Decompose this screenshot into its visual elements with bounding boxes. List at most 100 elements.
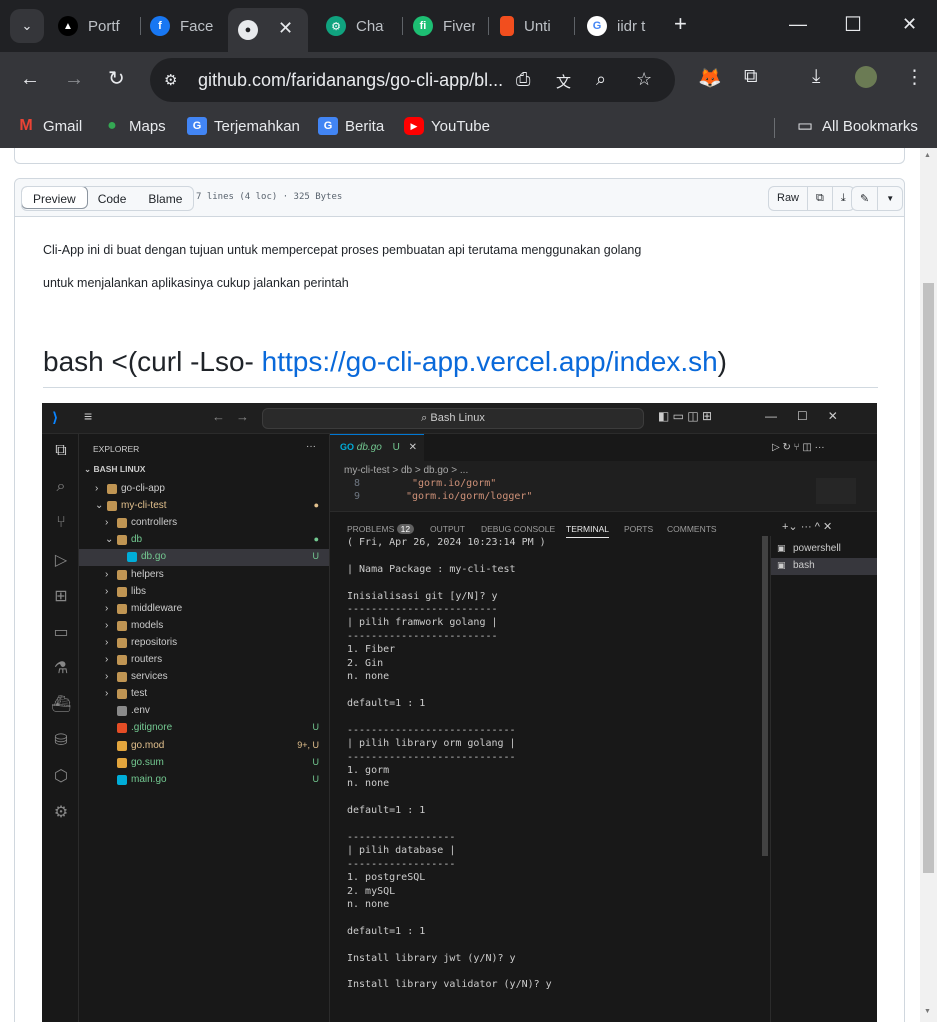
scroll-down-icon[interactable]: ▼	[924, 1008, 931, 1015]
tab-google[interactable]: G iidr t	[587, 8, 659, 44]
terminal-line: | Nama Package : my-cli-test	[347, 563, 516, 575]
more-icon: ···	[306, 441, 316, 452]
terminal-line: ----------------------------	[347, 724, 516, 736]
site-info-icon[interactable]: ⚙	[164, 71, 177, 89]
tree-item: › libs	[79, 584, 329, 601]
bookmark-label: All Bookmarks	[822, 117, 918, 135]
tab-title: Portf	[88, 17, 120, 35]
page-scrollbar[interactable]: ▲ ▼	[920, 148, 937, 1022]
tree-item: › models	[79, 618, 329, 635]
metamask-icon[interactable]: 🦊	[698, 66, 722, 90]
scrollbar-thumb[interactable]	[923, 283, 934, 873]
readme-heading: bash <(curl -Lso- https://go-cli-app.ver…	[43, 346, 727, 378]
editor-tab-db-go: GO db.go U ✕	[330, 434, 424, 461]
zoom-icon[interactable]: ⌕	[596, 69, 606, 90]
panel-tab-label: PROBLEMS	[347, 524, 395, 534]
install-script-link[interactable]: https://go-cli-app.vercel.app/index.sh	[262, 346, 718, 377]
forward-icon: →	[236, 409, 249, 424]
bookmarks-bar: M Gmail ● Maps G Terjemahkan G Berita ▶ …	[0, 108, 937, 148]
extensions-icon[interactable]: ⧉	[744, 66, 758, 88]
edit-button-group: ✎ ▼	[851, 186, 904, 211]
download-icon[interactable]: ⤓	[812, 66, 820, 88]
bookmark-maps[interactable]: ● Maps	[102, 117, 166, 135]
fiverr-icon: fi	[413, 16, 433, 36]
tab-code[interactable]: Code	[87, 187, 138, 210]
tab-preview[interactable]: Preview	[22, 187, 88, 209]
forward-icon[interactable]: →	[64, 68, 84, 90]
terminal-line: ( Fri, Apr 26, 2024 10:23:14 PM )	[347, 537, 546, 548]
bookmarks-divider	[774, 118, 775, 138]
copy-icon[interactable]: ⧉	[808, 187, 833, 210]
tree-item-label: main.go	[131, 773, 167, 785]
bookmark-gmail[interactable]: M Gmail	[16, 117, 82, 135]
bookmark-terjemahkan[interactable]: G Terjemahkan	[187, 117, 300, 135]
tree-item: go.mod 9+, U	[79, 738, 329, 755]
chevron-down-icon[interactable]: ▼	[878, 187, 902, 210]
menu-icon[interactable]: ⋮	[905, 66, 924, 89]
tab-blame[interactable]: Blame	[137, 187, 193, 210]
all-bookmarks[interactable]: ▭ All Bookmarks	[795, 116, 918, 135]
back-icon: ←	[212, 409, 225, 424]
maximize-icon[interactable]: ☐	[844, 12, 862, 37]
bookmark-star-icon[interactable]: ☆	[636, 69, 652, 90]
bookmark-berita[interactable]: G Berita	[318, 117, 384, 135]
file-header: Preview Code Blame 7 lines (4 loc) · 325…	[15, 179, 904, 217]
url-text[interactable]: github.com/faridanangs/go-cli-app/bl...	[198, 70, 503, 91]
git-file-icon	[117, 723, 127, 734]
address-bar[interactable]: ⚙ github.com/faridanangs/go-cli-app/bl..…	[150, 58, 675, 102]
terminal-line: 1. postgreSQL	[347, 872, 426, 884]
tab-chatgpt[interactable]: ⚙ Chat	[326, 8, 384, 44]
tab-github[interactable]: ● ✕	[228, 8, 308, 52]
terminal-line: n. none	[347, 898, 390, 910]
git-status-badge: 9+, U	[297, 739, 319, 750]
tab-search-button[interactable]: ⌄	[10, 9, 44, 43]
terminal-item-bash: ▣ bash	[771, 558, 877, 575]
terminal-line: ------------------	[347, 858, 456, 870]
browser-toolbar: ← → ↻ ⚙ github.com/faridanangs/go-cli-ap…	[0, 52, 937, 108]
tab-portfolio[interactable]: ▲ Portf	[58, 8, 140, 44]
terminal-line: n. none	[347, 671, 390, 683]
tree-item: ⌄ my-cli-test ●	[79, 498, 329, 515]
code-line: "gorm.io/gorm"	[412, 478, 497, 489]
editor-actions: ▷ ↻ ⑂ ◫ ···	[772, 442, 825, 453]
go-file-icon: GO	[340, 442, 355, 452]
folder-file-icon	[117, 603, 127, 614]
bookmark-label: Terjemahkan	[214, 117, 300, 135]
back-icon[interactable]: ←	[20, 68, 40, 90]
tree-item-label: go.mod	[131, 739, 165, 751]
git-status-badge: U	[312, 756, 320, 767]
cube-icon: ⬡	[54, 768, 68, 785]
file-viewer: Preview Code Blame 7 lines (4 loc) · 325…	[14, 178, 905, 1022]
chevron-right-icon: ›	[105, 568, 109, 580]
install-app-icon[interactable]: ⎙	[516, 69, 530, 90]
tab-fiverr[interactable]: fi Fiver	[413, 8, 475, 44]
tab-figma[interactable]: Unti	[500, 8, 560, 44]
tree-item-label: .gitignore	[131, 722, 173, 734]
raw-button[interactable]: Raw	[769, 187, 809, 210]
close-window-icon[interactable]: ✕	[902, 14, 917, 35]
tab-facebook[interactable]: f Face	[150, 8, 220, 44]
minimize-icon[interactable]: —	[789, 14, 807, 35]
bookmark-youtube[interactable]: ▶ YouTube	[404, 117, 490, 135]
translate-icon[interactable]: 文	[556, 71, 571, 92]
tree-item: › go-cli-app	[79, 481, 329, 498]
chevron-right-icon: ›	[105, 654, 109, 665]
readme-paragraph: Cli-App ini di buat dengan tujuan untuk …	[43, 243, 642, 257]
gmail-icon: M	[19, 117, 33, 134]
new-tab-icon[interactable]: +	[674, 11, 687, 37]
close-tab-icon[interactable]: ✕	[278, 18, 293, 39]
figma-icon	[500, 16, 514, 36]
avatar[interactable]	[855, 66, 877, 88]
file-info: 7 lines (4 loc) · 325 Bytes	[196, 192, 343, 202]
folder-file-icon	[107, 484, 117, 494]
heading-rule	[43, 387, 878, 388]
edit-pencil-icon[interactable]: ✎	[852, 187, 879, 210]
reload-icon[interactable]: ↻	[108, 68, 125, 90]
folder-file-icon	[117, 672, 127, 683]
scroll-up-icon[interactable]: ▲	[924, 152, 931, 159]
terminal-line: 2. mySQL	[347, 885, 396, 897]
terminal-line: -------------------------	[347, 604, 498, 616]
facebook-icon: f	[150, 16, 170, 36]
